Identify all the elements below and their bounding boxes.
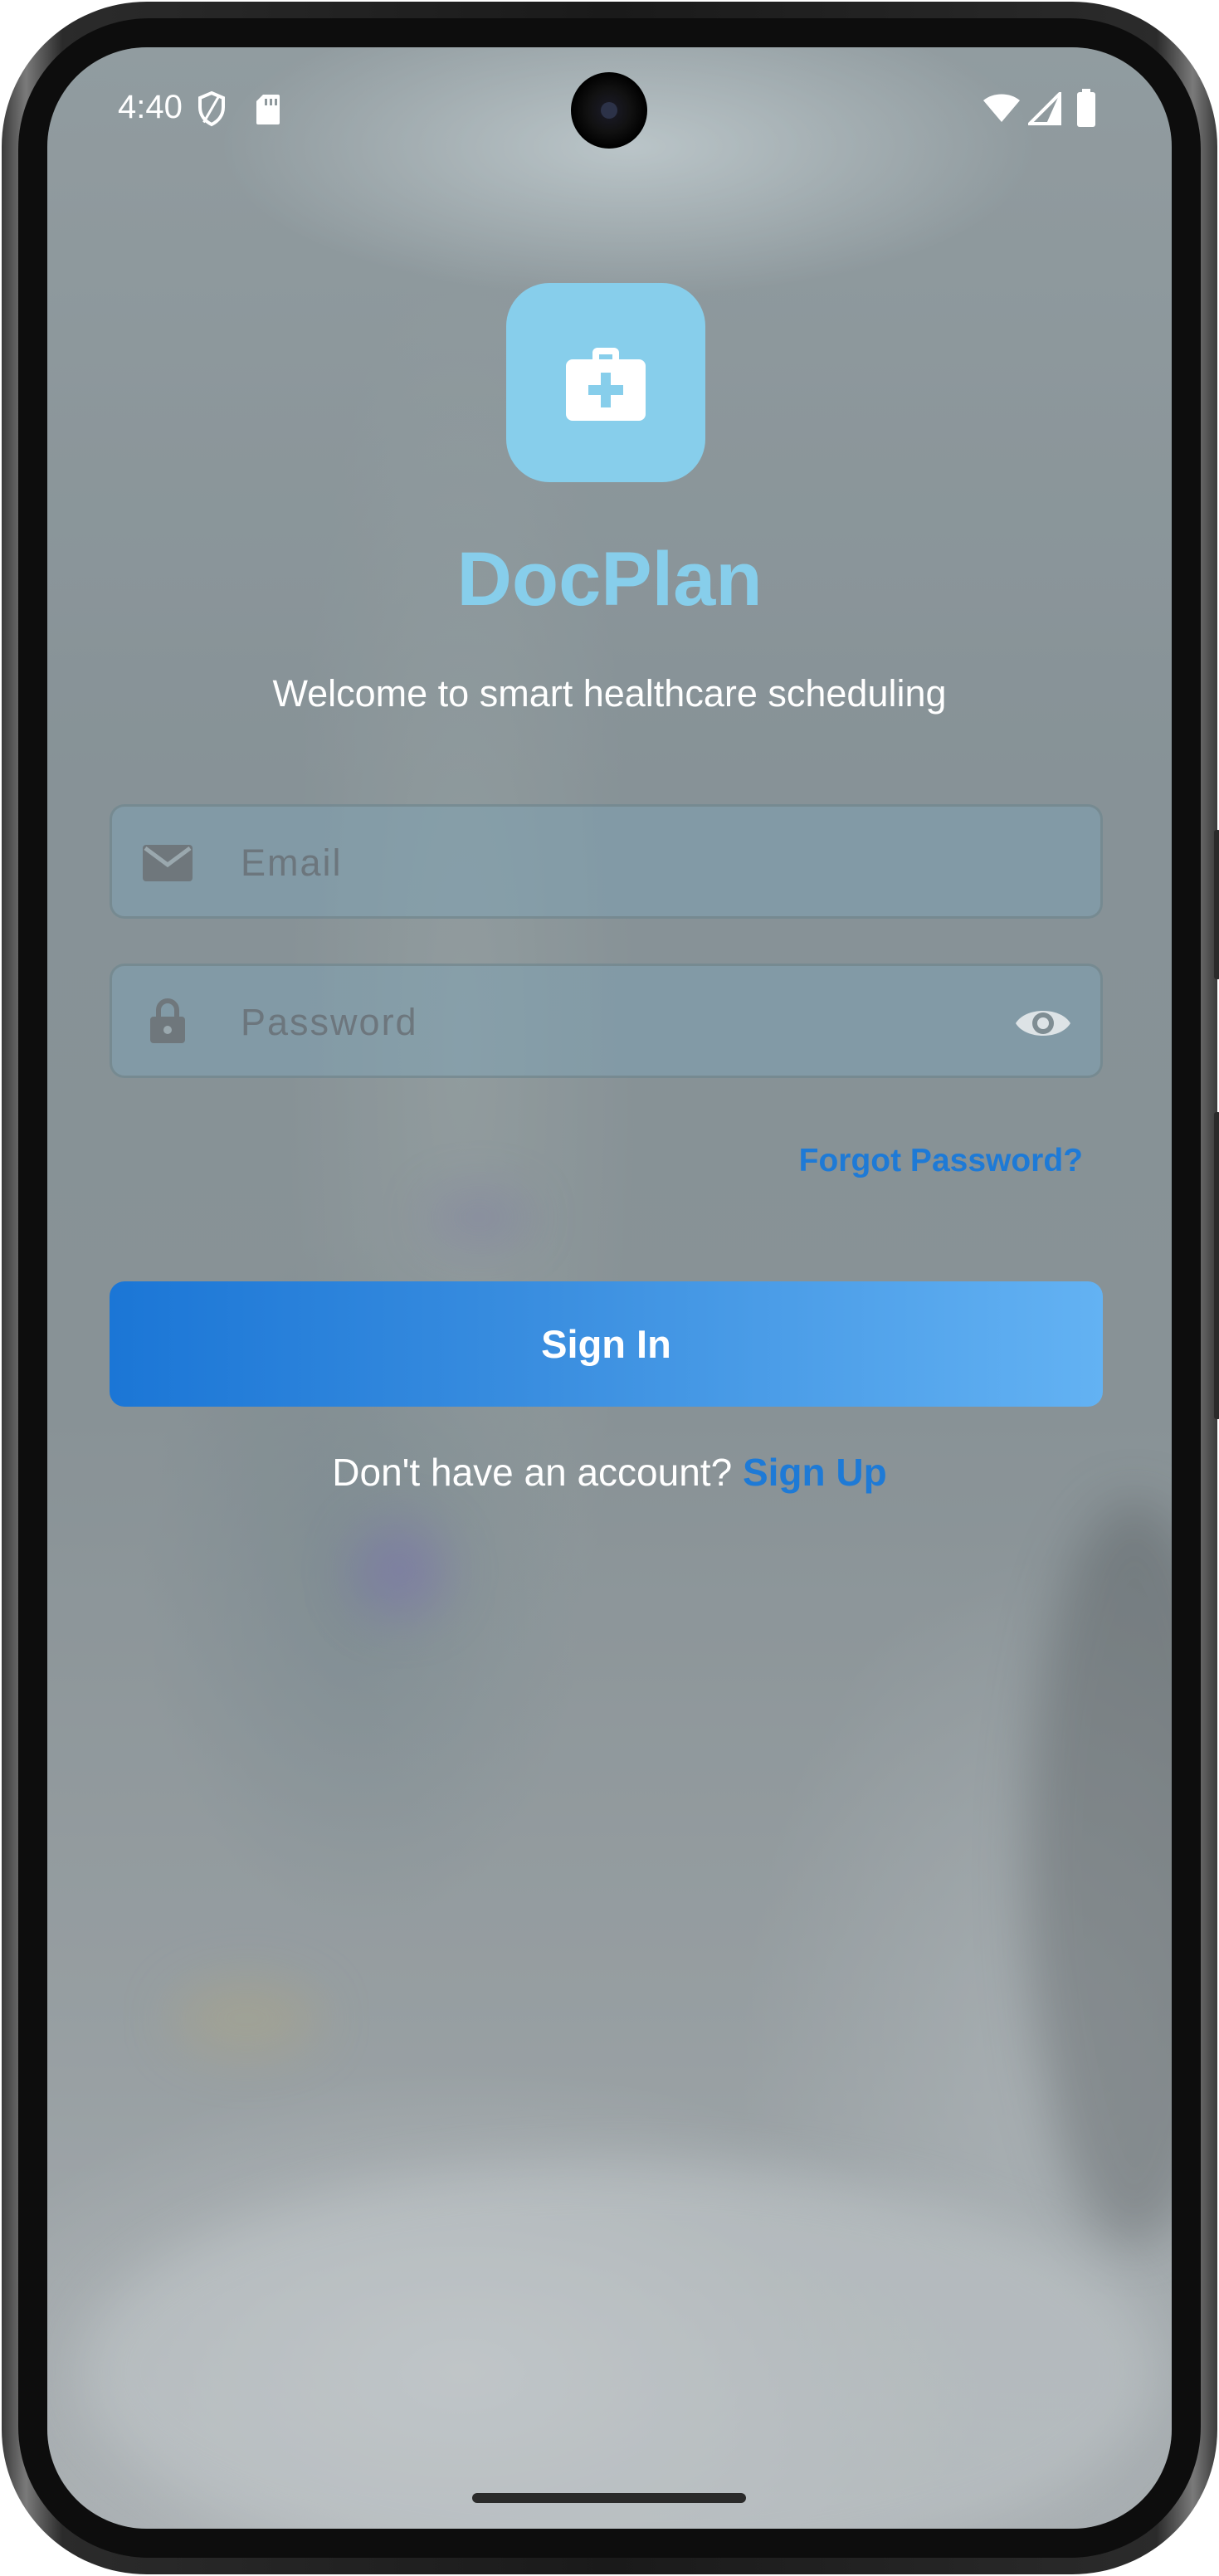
app-subtitle: Welcome to smart healthcare scheduling — [272, 672, 947, 715]
phone-device: 4:40 DocPlan Welcome to smart healthcare… — [0, 0, 1219, 2576]
app-title: DocPlan — [456, 537, 763, 622]
sign-up-link[interactable]: Sign Up — [743, 1451, 887, 1494]
mail-icon — [143, 845, 193, 881]
password-placeholder: Password — [241, 1001, 418, 1043]
status-time: 4:40 — [118, 89, 183, 125]
sign-in-button[interactable]: Sign In — [110, 1281, 1103, 1407]
medical-kit-icon — [566, 348, 646, 421]
volume-button — [1214, 830, 1219, 979]
sd-card-icon — [256, 95, 280, 124]
password-field[interactable]: Password — [110, 964, 1103, 1078]
battery-icon — [1077, 89, 1095, 127]
forgot-password-link[interactable]: Forgot Password? — [799, 1143, 1083, 1179]
eye-icon[interactable] — [1014, 1003, 1072, 1044]
app-screen: 4:40 DocPlan Welcome to smart healthcare… — [47, 47, 1172, 2529]
wifi-icon — [983, 94, 1020, 122]
power-button — [1214, 1112, 1219, 1419]
email-placeholder: Email — [241, 842, 343, 884]
home-indicator[interactable] — [472, 2493, 746, 2503]
email-field[interactable]: Email — [110, 804, 1103, 919]
signal-icon — [1028, 92, 1061, 125]
signup-prompt-text: Don't have an account? — [332, 1451, 733, 1494]
app-logo — [506, 283, 705, 482]
lock-icon — [150, 998, 185, 1043]
shield-icon — [198, 90, 225, 127]
signup-prompt-row: Don't have an account? Sign Up — [47, 1450, 1172, 1495]
front-camera — [571, 72, 647, 149]
